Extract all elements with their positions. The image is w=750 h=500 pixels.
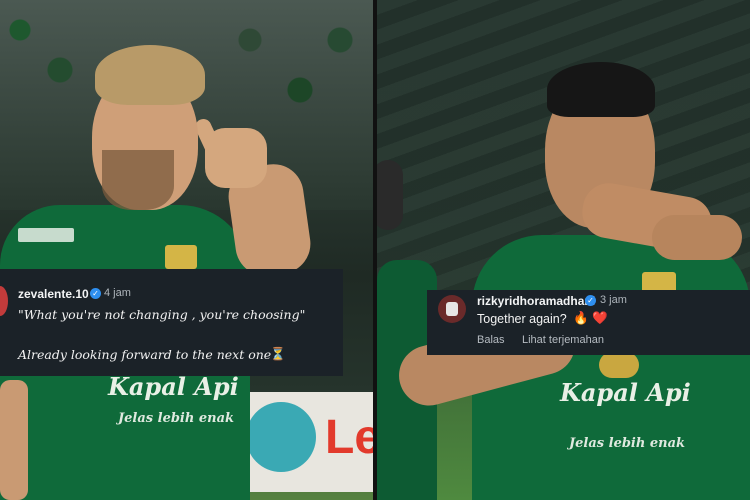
jersey-sponsor: Kapal Api [560,378,691,407]
comment-line-1: "What you're not changing , you're choos… [18,307,306,322]
comment-username[interactable]: rizkyridhoramadhani [477,294,595,308]
heart-hand-right [652,215,742,260]
see-translation-button[interactable]: Lihat terjemahan [522,334,604,346]
kit-maker-logo [18,228,74,242]
collage-canvas: Le Kapal Api Jelas lebih enak Kapal Api [0,0,750,500]
right-player-photo: Kapal Api Jelas lebih enak [377,0,750,500]
verified-badge-icon: ✓ [90,288,101,299]
comment-line-2: Already looking forward to the next one [18,347,272,362]
teammate-head [377,160,403,230]
board-lettering: Le [325,411,373,464]
player-beard [102,150,174,210]
comment-message: Together again? [477,312,567,326]
player-curly-hair [95,45,205,105]
avatar[interactable] [0,286,8,316]
comment-time: 4 jam [104,287,131,299]
comment-time: 3 jam [600,294,627,306]
reply-button[interactable]: Balas [477,334,505,346]
comment-card-rizkyridho: rizkyridhoramadhani ✓ 3 jam Together aga… [427,290,750,355]
left-player-photo: Le Kapal Api Jelas lebih enak [0,0,373,500]
board-logo [246,402,316,472]
player-left-arm [0,380,28,500]
verified-badge-icon: ✓ [585,295,596,306]
comment-card-zevalente: zevalente.10 ✓ 4 jam "What you're not ch… [0,269,343,376]
comment-username[interactable]: zevalente.10 [18,287,89,301]
fire-heart-emoji-icon: 🔥 ❤️ [573,311,608,325]
jersey-sponsor: Kapal Api [108,372,239,401]
sponsor-logo [599,352,639,378]
avatar[interactable] [438,295,466,323]
club-crest [165,245,197,269]
player-hair [547,62,655,117]
jersey-slogan: Jelas lebih enak [569,436,685,451]
jersey-slogan: Jelas lebih enak [118,411,234,426]
hourglass-icon: ⏳ [270,346,286,361]
